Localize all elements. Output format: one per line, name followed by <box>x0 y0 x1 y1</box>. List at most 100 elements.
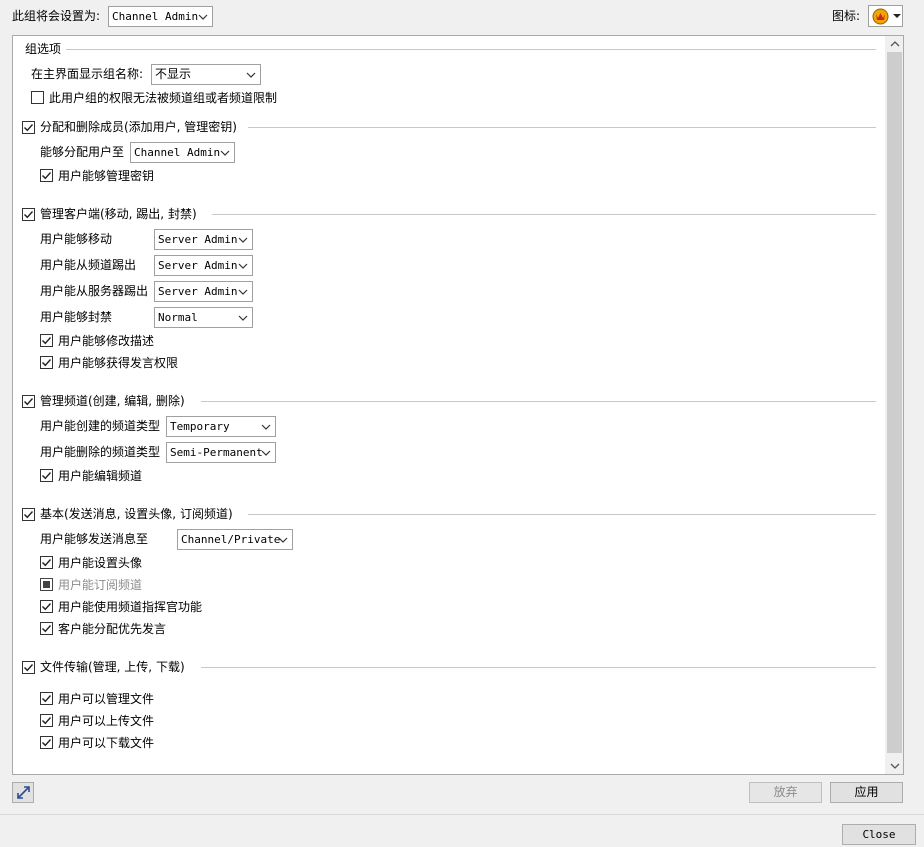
chevron-down-icon <box>220 150 230 156</box>
subscribe-label: 用户能订阅频道 <box>58 578 143 592</box>
checkmark-icon <box>24 211 34 219</box>
send-message-value: Channel/Private <box>181 533 281 546</box>
checkmark-icon <box>42 625 52 633</box>
checkmark-icon <box>42 359 52 367</box>
files-title: 文件传输(管理, 上传, 下载) <box>40 660 185 674</box>
checkmark-icon <box>24 511 34 519</box>
talk-power-label: 用户能够获得发言权限 <box>58 356 179 370</box>
scroll-down-icon[interactable] <box>889 760 901 772</box>
ban-select[interactable]: Normal <box>154 307 253 328</box>
delete-channel-label: 用户能删除的频道类型 <box>40 445 161 459</box>
crown-icon <box>872 8 889 25</box>
edit-desc-checkbox[interactable] <box>40 334 53 347</box>
assign-label: 能够分配用户至 <box>40 145 125 159</box>
group-set-value: Channel Admin <box>112 10 199 23</box>
send-message-label: 用户能够发送消息至 <box>40 532 149 546</box>
checkmark-icon <box>42 172 52 180</box>
scrollbar-thumb[interactable] <box>887 52 902 753</box>
discard-button[interactable]: 放弃 <box>749 782 822 803</box>
kick-server-label: 用户能从服务器踢出 <box>40 284 149 298</box>
kick-server-select[interactable]: Server Admin <box>154 281 253 302</box>
chevron-down-icon <box>198 14 208 20</box>
no-override-label: 此用户组的权限无法被频道组或者频道限制 <box>49 91 278 105</box>
chevron-down-icon <box>261 424 271 430</box>
icon-picker[interactable] <box>868 5 903 27</box>
divider <box>248 127 876 128</box>
advanced-toggle-button[interactable] <box>12 782 34 803</box>
create-channel-value: Temporary <box>170 420 230 433</box>
basic-title: 基本(发送消息, 设置头像, 订阅频道) <box>40 507 233 521</box>
checkmark-icon <box>24 664 34 672</box>
create-channel-label: 用户能创建的频道类型 <box>40 419 161 433</box>
priority-checkbox[interactable] <box>40 622 53 635</box>
group-set-label: 此组将会设置为: <box>12 9 101 23</box>
members-title: 分配和删除成员(添加用户, 管理密钥) <box>40 120 237 134</box>
create-channel-select[interactable]: Temporary <box>166 416 276 437</box>
show-name-label: 在主界面显示组名称: <box>31 67 144 81</box>
checkmark-icon <box>42 603 52 611</box>
talk-power-checkbox[interactable] <box>40 356 53 369</box>
edit-channel-checkbox[interactable] <box>40 469 53 482</box>
divider <box>248 514 876 515</box>
apply-button[interactable]: 应用 <box>830 782 903 803</box>
checkmark-icon <box>42 695 52 703</box>
move-label: 用户能够移动 <box>40 232 113 246</box>
show-name-select[interactable]: 不显示 <box>151 64 261 85</box>
manage-keys-checkbox[interactable] <box>40 169 53 182</box>
basic-checkbox[interactable] <box>22 508 35 521</box>
clients-title: 管理客户端(移动, 踢出, 封禁) <box>40 207 197 221</box>
checkmark-icon <box>42 739 52 747</box>
files-checkbox[interactable] <box>22 661 35 674</box>
kick-server-value: Server Admin <box>158 285 238 298</box>
dropdown-arrow-icon <box>893 14 901 18</box>
manage-keys-label: 用户能够管理密钥 <box>58 169 155 183</box>
manage-files-label: 用户可以管理文件 <box>58 692 155 706</box>
divider <box>212 214 876 215</box>
chevron-down-icon <box>238 237 248 243</box>
download-files-label: 用户可以下载文件 <box>58 736 155 750</box>
upload-files-label: 用户可以上传文件 <box>58 714 155 728</box>
no-override-checkbox[interactable] <box>31 91 44 104</box>
close-button[interactable]: Close <box>842 824 916 845</box>
assign-select[interactable]: Channel Admin <box>130 142 235 163</box>
scroll-up-icon[interactable] <box>889 38 901 50</box>
divider <box>201 401 876 402</box>
commander-checkbox[interactable] <box>40 600 53 613</box>
ban-value: Normal <box>158 311 198 324</box>
group-set-select[interactable]: Channel Admin <box>108 6 213 27</box>
edit-channel-label: 用户能编辑频道 <box>58 469 143 483</box>
kick-channel-select[interactable]: Server Admin <box>154 255 253 276</box>
partial-indicator <box>43 581 50 588</box>
chevron-down-icon <box>278 537 288 543</box>
checkmark-icon <box>42 717 52 725</box>
members-checkbox[interactable] <box>22 121 35 134</box>
checkmark-icon <box>42 337 52 345</box>
clients-checkbox[interactable] <box>22 208 35 221</box>
avatar-checkbox[interactable] <box>40 556 53 569</box>
send-message-select[interactable]: Channel/Private <box>177 529 293 550</box>
download-files-checkbox[interactable] <box>40 736 53 749</box>
move-value: Server Admin <box>158 233 238 246</box>
chevron-down-icon <box>246 72 256 78</box>
delete-channel-select[interactable]: Semi-Permanent <box>166 442 276 463</box>
channels-checkbox[interactable] <box>22 395 35 408</box>
upload-files-checkbox[interactable] <box>40 714 53 727</box>
expand-icon <box>17 786 30 799</box>
divider <box>201 667 876 668</box>
channels-title: 管理频道(创建, 编辑, 删除) <box>40 394 185 408</box>
chevron-down-icon <box>238 263 248 269</box>
checkmark-icon <box>24 398 34 406</box>
avatar-label: 用户能设置头像 <box>58 556 143 570</box>
kick-channel-value: Server Admin <box>158 259 238 272</box>
manage-files-checkbox[interactable] <box>40 692 53 705</box>
icon-label: 图标: <box>832 9 861 23</box>
move-select[interactable]: Server Admin <box>154 229 253 250</box>
chevron-down-icon <box>238 289 248 295</box>
kick-channel-label: 用户能从频道踢出 <box>40 258 137 272</box>
edit-desc-label: 用户能够修改描述 <box>58 334 155 348</box>
subscribe-checkbox[interactable] <box>40 578 53 591</box>
chevron-down-icon <box>261 450 271 456</box>
chevron-down-icon <box>238 315 248 321</box>
checkmark-icon <box>24 124 34 132</box>
priority-label: 客户能分配优先发言 <box>58 622 167 636</box>
